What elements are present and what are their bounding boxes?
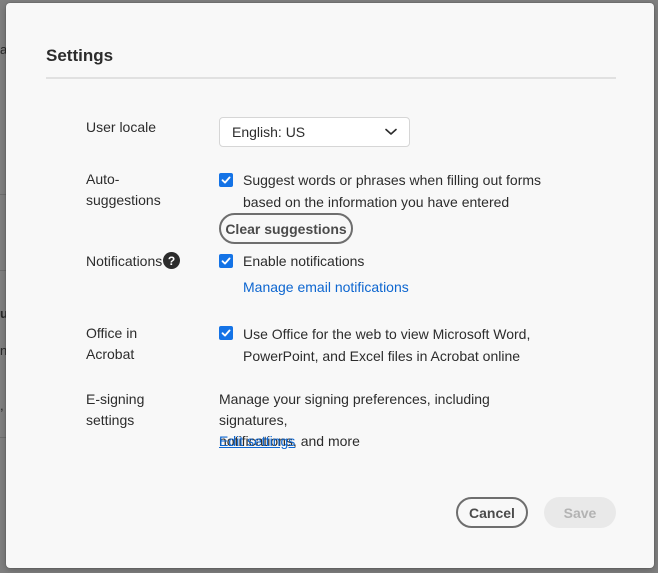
office-text: Use Office for the web to view Microsoft… [243,323,543,367]
checkmark-icon [221,329,231,337]
auto-suggestions-checkbox[interactable] [219,173,233,187]
help-icon[interactable]: ? [163,252,180,269]
edit-settings-link[interactable]: Edit settings [219,433,295,449]
office-in-acrobat-label: Office in Acrobat [86,323,137,365]
settings-dialog: Settings User locale English: US Auto- s… [6,3,654,568]
enable-notifications-checkbox[interactable] [219,254,233,268]
background-text: , [0,398,4,413]
cancel-button[interactable]: Cancel [456,497,528,528]
office-checkbox[interactable] [219,326,233,340]
user-locale-select[interactable]: English: US [219,117,410,147]
auto-suggestions-text-line2: based on the information you have entere… [243,194,510,210]
checkmark-icon [221,176,231,184]
enable-notifications-text: Enable notifications [243,253,365,269]
e-signing-label-line2: settings [86,412,135,428]
checkmark-icon [221,257,231,265]
auto-suggestions-text-line1: Suggest words or phrases when filling ou… [243,172,542,188]
user-locale-value: English: US [232,124,306,140]
office-label-line2: Acrobat [86,346,135,362]
notifications-label: Notifications [86,253,163,269]
e-signing-label-line1: E-signing [86,391,145,407]
e-signing-label: E-signing settings [86,389,144,431]
e-signing-text-line1: Manage your signing preferences, includi… [219,391,490,428]
user-locale-label: User locale [86,119,157,135]
manage-email-notifications-link[interactable]: Manage email notifications [243,279,409,295]
auto-suggestions-label: Auto- suggestions [86,169,161,211]
office-text-line2: PowerPoint, and Excel files in Acrobat o… [243,348,521,364]
auto-suggestions-label-line2: suggestions [86,192,161,208]
clear-suggestions-button[interactable]: Clear suggestions [219,213,353,244]
chevron-down-icon [385,128,397,135]
auto-suggestions-text: Suggest words or phrases when filling ou… [243,169,543,213]
dialog-title: Settings [46,46,114,65]
title-divider [46,77,616,79]
save-button[interactable]: Save [544,497,616,528]
auto-suggestions-label-line1: Auto- [86,171,120,187]
office-text-line1: Use Office for the web to view Microsoft… [243,326,531,342]
office-label-line1: Office in [86,325,138,341]
